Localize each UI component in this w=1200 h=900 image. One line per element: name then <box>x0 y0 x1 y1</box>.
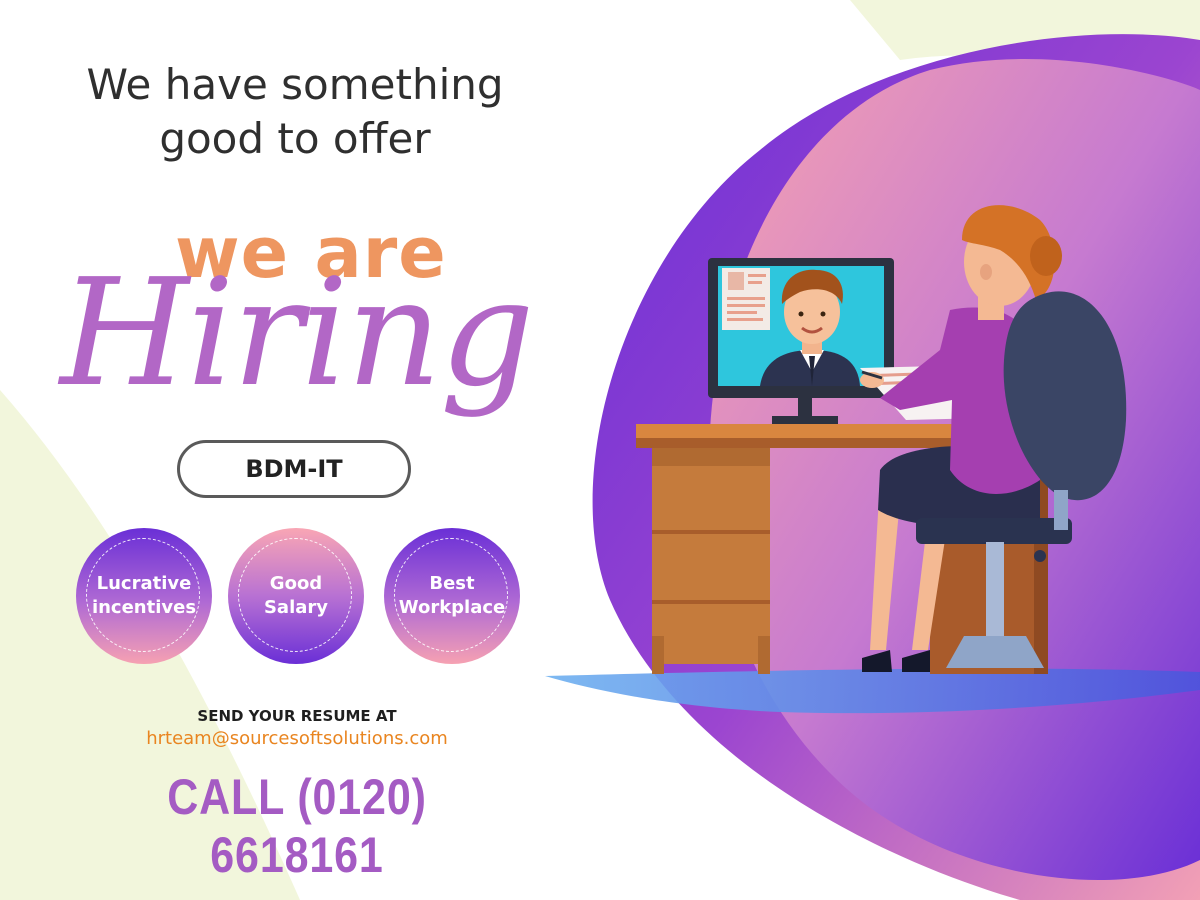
perk-circle-workplace: Best Workplace <box>384 528 520 664</box>
headline-line-1: We have something <box>86 60 504 109</box>
phone-number[interactable]: CALL (0120) 6618161 <box>76 768 518 884</box>
perk-label: Good Salary <box>263 573 329 618</box>
headline: We have something good to offer <box>40 58 550 166</box>
email-link[interactable]: hrteam@sourcesoftsolutions.com <box>40 728 554 749</box>
position-badge: BDM-IT <box>177 440 411 498</box>
perk-circle-salary: Good Salary <box>228 528 364 664</box>
perk-label: Best Workplace <box>398 573 506 618</box>
title-hiring: Hiring <box>60 247 535 419</box>
headline-line-2: good to offer <box>159 114 431 163</box>
perk-circle-incentives: Lucrative incentives <box>76 528 212 664</box>
perk-label: Lucrative incentives <box>91 573 197 618</box>
send-resume-label: SEND YOUR RESUME AT <box>197 707 397 725</box>
